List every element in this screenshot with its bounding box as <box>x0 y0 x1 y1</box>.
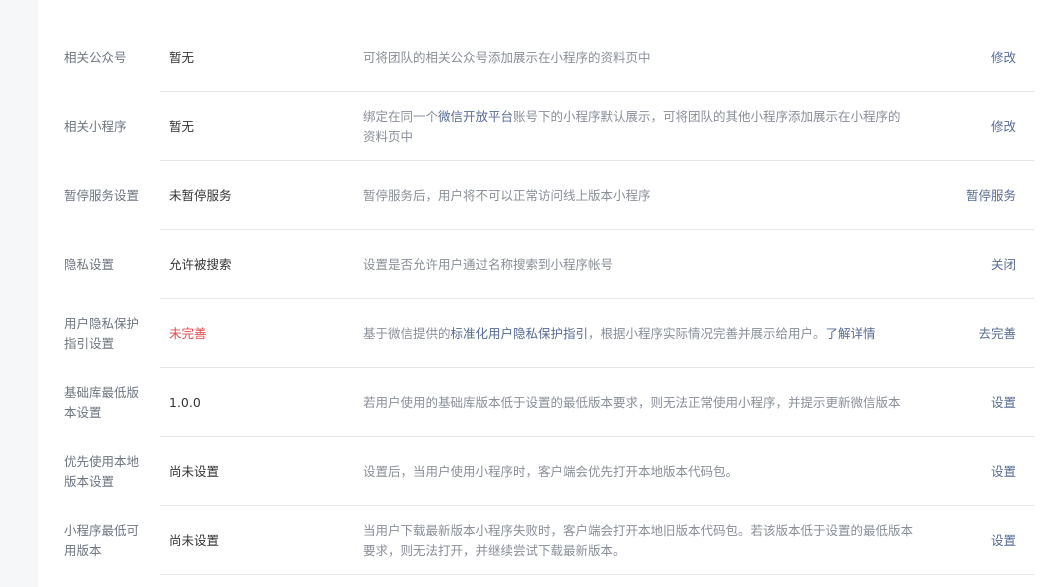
setting-label: 相关公众号 <box>64 49 127 65</box>
setting-value: 尚未设置 <box>169 532 220 548</box>
desc-text: 基于微信提供的 <box>363 325 451 341</box>
setting-label: 优先使用本地版本设置 <box>64 453 140 489</box>
setting-description: 当用户下载最新版本小程序失败时，客户端会打开本地旧版本代码包。若该版本低于设置的… <box>363 522 914 558</box>
close-search-button[interactable]: 关闭 <box>991 255 1016 275</box>
setting-description: 设置后，当用户使用小程序时，客户端会优先打开本地版本代码包。 <box>363 463 739 479</box>
setting-value: 暂无 <box>169 49 195 65</box>
set-min-available-version-button[interactable]: 设置 <box>991 531 1016 551</box>
settings-list: 相关公众号 暂无 可将团队的相关公众号添加展示在小程序的资料页中 修改 相关小程… <box>38 23 1055 575</box>
desc-text: 绑定在同一个 <box>363 108 439 124</box>
setting-description: 若用户使用的基础库版本低于设置的最低版本要求，则无法正常使用小程序，并提示更新微… <box>363 394 901 410</box>
modify-related-mini-program-button[interactable]: 修改 <box>991 117 1016 137</box>
row-divider <box>160 574 1034 575</box>
setting-value: 暂无 <box>169 118 195 134</box>
open-platform-link[interactable]: 微信开放平台 <box>438 109 513 124</box>
set-prefer-local-version-button[interactable]: 设置 <box>991 462 1016 482</box>
setting-label: 暂停服务设置 <box>64 187 140 203</box>
setting-label: 隐私设置 <box>64 256 115 272</box>
setting-row-privacy: 隐私设置 允许被搜索 设置是否允许用户通过名称搜索到小程序帐号 关闭 <box>38 230 1055 299</box>
complete-privacy-guideline-button[interactable]: 去完善 <box>978 324 1016 344</box>
desc-text: ，根据小程序实际情况完善并展示给用户。 <box>588 325 826 341</box>
setting-label: 相关小程序 <box>64 118 127 134</box>
setting-row-pause-service: 暂停服务设置 未暂停服务 暂停服务后，用户将不可以正常访问线上版本小程序 暂停服… <box>38 161 1055 230</box>
pause-service-button[interactable]: 暂停服务 <box>966 186 1016 206</box>
setting-description: 可将团队的相关公众号添加展示在小程序的资料页中 <box>363 49 651 65</box>
modify-related-official-account-button[interactable]: 修改 <box>991 48 1016 68</box>
setting-value: 尚未设置 <box>169 463 220 479</box>
setting-description: 设置是否允许用户通过名称搜索到小程序帐号 <box>363 256 614 272</box>
setting-value: 未暂停服务 <box>169 187 232 203</box>
setting-label: 小程序最低可用版本 <box>64 522 140 558</box>
setting-label: 基础库最低版本设置 <box>64 384 140 420</box>
setting-value: 1.0.0 <box>169 394 201 410</box>
setting-label: 用户隐私保护指引设置 <box>64 315 140 351</box>
status-badge: 未完善 <box>169 325 207 341</box>
setting-row-prefer-local-version: 优先使用本地版本设置 尚未设置 设置后，当用户使用小程序时，客户端会优先打开本地… <box>38 437 1055 506</box>
setting-value: 允许被搜索 <box>169 256 232 272</box>
setting-description: 暂停服务后，用户将不可以正常访问线上版本小程序 <box>363 187 651 203</box>
setting-description: 基于微信提供的标准化用户隐私保护指引，根据小程序实际情况完善并展示给用户。了解详… <box>363 324 913 344</box>
privacy-guideline-link[interactable]: 标准化用户隐私保护指引 <box>451 326 589 341</box>
setting-row-related-mini-program: 相关小程序 暂无 绑定在同一个微信开放平台账号下的小程序默认展示，可将团队的其他… <box>38 92 1055 161</box>
setting-row-privacy-guideline: 用户隐私保护指引设置 未完善 基于微信提供的标准化用户隐私保护指引，根据小程序实… <box>38 299 1055 368</box>
setting-row-min-base-library: 基础库最低版本设置 1.0.0 若用户使用的基础库版本低于设置的最低版本要求，则… <box>38 368 1055 437</box>
learn-more-link[interactable]: 了解详情 <box>826 326 876 341</box>
settings-panel: 相关公众号 暂无 可将团队的相关公众号添加展示在小程序的资料页中 修改 相关小程… <box>38 0 1055 587</box>
setting-row-related-official-account: 相关公众号 暂无 可将团队的相关公众号添加展示在小程序的资料页中 修改 <box>38 23 1055 92</box>
setting-row-min-available-version: 小程序最低可用版本 尚未设置 当用户下载最新版本小程序失败时，客户端会打开本地旧… <box>38 506 1055 575</box>
set-min-base-library-button[interactable]: 设置 <box>991 393 1016 413</box>
setting-description: 绑定在同一个微信开放平台账号下的小程序默认展示，可将团队的其他小程序添加展示在小… <box>363 107 913 147</box>
